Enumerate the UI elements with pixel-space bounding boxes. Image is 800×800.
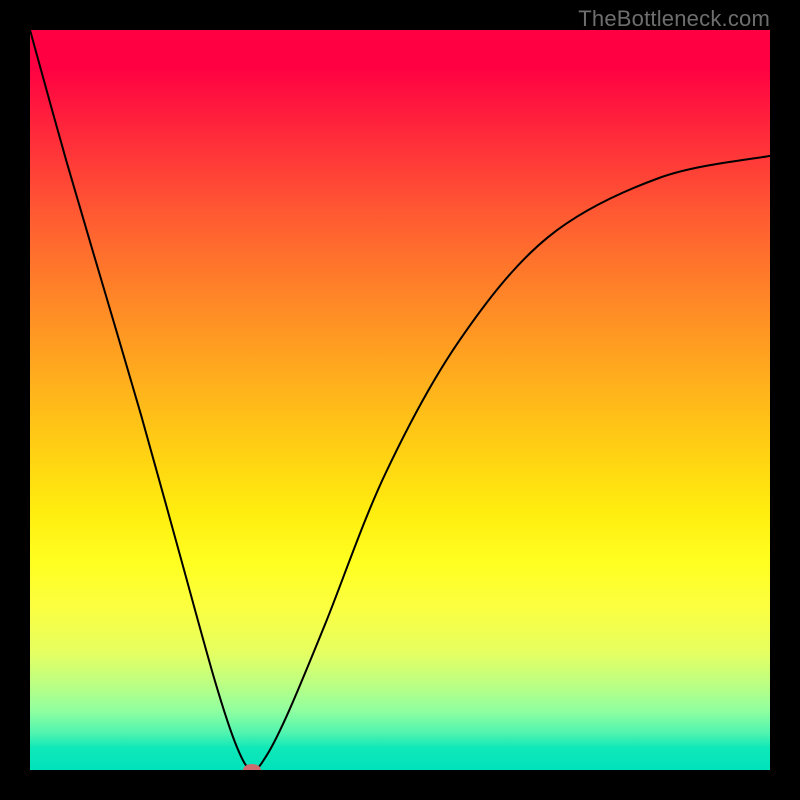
watermark-label: TheBottleneck.com	[578, 6, 770, 32]
chart-frame: TheBottleneck.com	[0, 0, 800, 800]
plot-area	[30, 30, 770, 770]
minimum-marker	[243, 764, 261, 770]
bottleneck-curve	[30, 30, 770, 770]
curve-path	[30, 30, 770, 770]
